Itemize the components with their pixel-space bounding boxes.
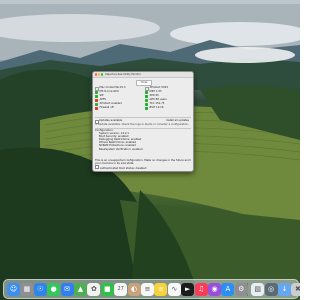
utility-window: Objective-See Utility Monitor Close Mac … — [92, 71, 194, 172]
window-title: Objective-See Utility Monitor — [105, 72, 141, 76]
footer-checkbox-row[interactable]: Authenticated Root status: disabled — [95, 165, 191, 170]
utility-app-icon[interactable]: ◎ — [264, 283, 278, 296]
safari-icon[interactable]: ☉ — [33, 283, 47, 296]
calendar-icon[interactable]: 27 — [114, 283, 128, 296]
desktop: Objective-See Utility Monitor Close Mac … — [0, 0, 300, 300]
app-store-icon[interactable]: A — [221, 283, 235, 296]
authenticated-root-checkbox[interactable] — [95, 165, 100, 170]
footer-checkbox-label: Authenticated Root status: disabled — [99, 166, 147, 170]
messages-icon[interactable]: ● — [47, 283, 61, 296]
status-indicator-icon — [145, 106, 148, 110]
tv-icon[interactable]: ► — [181, 283, 195, 296]
menu-bar — [0, 0, 300, 4]
photos-icon[interactable]: ✿ — [87, 283, 101, 296]
divider — [95, 127, 191, 128]
status-label: Firewall off — [99, 106, 114, 110]
status-indicator-icon — [95, 106, 98, 110]
finder-icon[interactable]: ☺ — [7, 283, 20, 296]
freeform-icon[interactable]: ∿ — [167, 283, 181, 296]
update-note: → Update available. Check the logs in Al… — [95, 123, 189, 126]
close-window-icon[interactable] — [94, 73, 97, 76]
music-icon[interactable]: ♫ — [194, 283, 208, 296]
divider — [95, 117, 191, 118]
footer-section: This is an unsupported configuration. Ma… — [95, 159, 191, 170]
maps-icon[interactable]: ▲ — [74, 283, 87, 296]
status-list-right: XProtect 5303 MRT 1.93 XPR 95 GPK 88 users T… — [145, 86, 191, 110]
zoom-window-icon[interactable] — [100, 73, 103, 76]
reminders-icon[interactable]: ≡ — [141, 283, 154, 296]
updates-label: Updates available — [99, 119, 123, 123]
status-row: BSIT 10.16 — [145, 106, 191, 110]
status-list-left: Mac model Mac15,3 M3 8-core GPU SIP APFS XPr… — [95, 86, 141, 110]
status-label: BSIT 10.16 — [149, 106, 164, 110]
podcasts-icon[interactable]: ◉ — [208, 283, 221, 296]
downloads-folder-icon[interactable]: ↓ — [278, 283, 291, 296]
install-updates-link[interactable]: Install all updates — [166, 119, 189, 122]
system-settings-icon[interactable]: ⚙ — [234, 283, 248, 296]
notes-icon[interactable]: ≡ — [154, 283, 168, 296]
trash-icon[interactable]: ✖ — [291, 283, 300, 296]
facetime-icon[interactable]: ■ — [100, 283, 114, 296]
preview-icon[interactable]: ▧ — [251, 283, 265, 296]
launchpad-icon[interactable]: ▦ — [20, 283, 34, 296]
minimize-window-icon[interactable] — [97, 73, 100, 76]
configuration-section: Configuration: System version: 14.2.1 Boo… — [95, 129, 191, 151]
title-bar[interactable]: Objective-See Utility Monitor — [93, 72, 193, 78]
dock: ☺ ▦ ☉ ● ✉ ▲ ✿ ■ 27 ◐ ≡ ≡ ∿ ► ♫ ◉ A ⚙ ▧ ◎ ↓ ✖ — [3, 279, 300, 299]
contacts-icon[interactable]: ◐ — [127, 283, 141, 296]
status-row: Firewall off — [95, 106, 141, 110]
mail-icon[interactable]: ✉ — [60, 283, 74, 296]
configuration-list: System version: 14.2.1 Boot Security: ena… — [95, 132, 191, 151]
configuration-item: BaseSystem Verification: enabled — [99, 147, 143, 151]
